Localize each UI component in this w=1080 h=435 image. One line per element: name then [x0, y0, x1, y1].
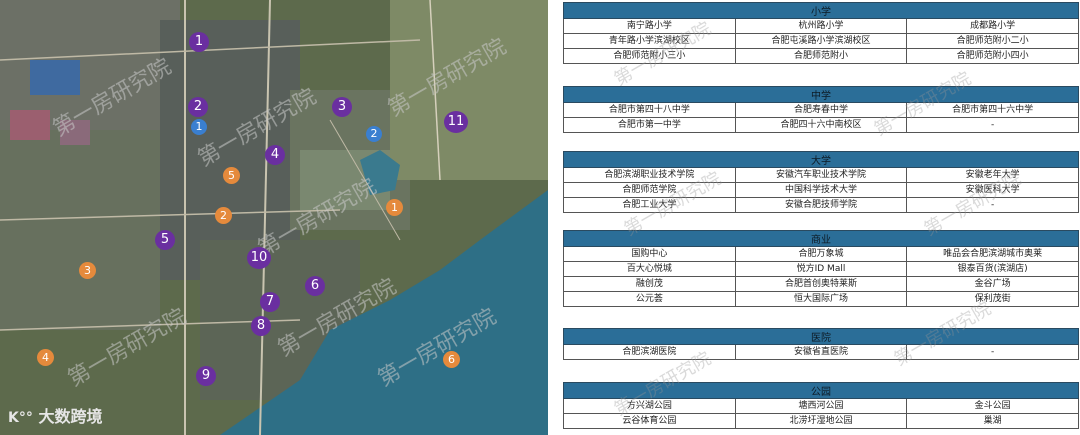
table-cell: 合肥师范附小三小 — [563, 48, 736, 64]
brand-logo: K°° 大数跨境 — [8, 407, 103, 426]
table-cell: 合肥师范学院 — [563, 182, 736, 198]
table-cell: 合肥师范附小四小 — [906, 48, 1079, 64]
table-cell: 保利茂街 — [906, 291, 1079, 307]
table-cell: 国购中心 — [563, 246, 736, 262]
table-cell: 安徽汽车职业技术学院 — [734, 167, 908, 183]
table-row: 南宁路小学 杭州路小学 成都路小学 — [563, 18, 1079, 34]
table-cell: 合肥万象城 — [734, 246, 908, 262]
table-cell: 合肥滨湖医院 — [563, 344, 736, 360]
table-cell: 合肥首创奥特莱斯 — [734, 276, 908, 292]
table-cell: 唯品会合肥滨湖城市奥莱 — [906, 246, 1079, 262]
table-cell: 成都路小学 — [906, 18, 1079, 34]
map-pin-blue[interactable]: 2 — [366, 126, 382, 142]
category-table-commercial: 商业 国购中心 合肥万象城 唯品会合肥滨湖城市奥莱 百大心悦城 悦方ID Mall 银泰… — [563, 230, 1079, 307]
table-cell: - — [906, 344, 1079, 360]
map-pin-purple[interactable]: 3 — [332, 97, 352, 117]
category-table-primary-school: 小学 南宁路小学 杭州路小学 成都路小学 青年路小学滨湖校区 合肥屯溪路小学滨湖校区合… — [563, 2, 1079, 64]
table-row: 合肥滨湖职业技术学院 安徽汽车职业技术学院 安徽老年大学 — [563, 167, 1079, 183]
table-cell: 合肥工业大学 — [563, 197, 736, 213]
table-cell: 杭州路小学 — [734, 18, 908, 34]
table-cell: 中国科学技术大学 — [734, 182, 908, 198]
table-cell: 悦方ID Mall — [734, 261, 908, 277]
table-cell: 安徽医科大学 — [906, 182, 1079, 198]
logo-icon: K°° — [8, 410, 33, 426]
map-pin-purple[interactable]: 6 — [305, 276, 325, 296]
category-header: 商业 — [563, 230, 1079, 247]
table-cell: 安徽省直医院 — [734, 344, 908, 360]
table-row: 国购中心 合肥万象城 唯品会合肥滨湖城市奥莱 — [563, 246, 1079, 262]
map-pin-purple[interactable]: 11 — [444, 111, 468, 133]
category-table-middle-school: 中学 合肥市第四十八中学 合肥寿春中学 合肥市第四十六中学 合肥市第一中学 合肥四十六… — [563, 86, 1079, 133]
table-cell: 金斗公园 — [906, 398, 1079, 414]
table-cell: 合肥寿春中学 — [734, 102, 908, 118]
table-cell: 合肥四十六中南校区 — [734, 117, 908, 133]
table-row: 百大心悦城 悦方ID Mall 银泰百货(滨湖店) — [563, 261, 1079, 277]
category-header: 大学 — [563, 151, 1079, 168]
map-pin-purple[interactable]: 4 — [265, 145, 285, 165]
map-pin-purple[interactable]: 1 — [189, 32, 209, 52]
table-row: 合肥师范学院 中国科学技术大学 安徽医科大学 — [563, 182, 1079, 198]
category-header: 中学 — [563, 86, 1079, 103]
map-pin-orange[interactable]: 4 — [37, 349, 54, 366]
category-table-university: 大学 合肥滨湖职业技术学院 安徽汽车职业技术学院 安徽老年大学 合肥师范学院 中国科学… — [563, 151, 1079, 213]
category-table-park: 公园 方兴湖公园 塘西河公园 金斗公园 云谷体育公园 北涝圩湿地公园 巢湖 — [563, 382, 1079, 429]
table-cell: 方兴湖公园 — [563, 398, 736, 414]
table-cell: 合肥市第一中学 — [563, 117, 736, 133]
category-header: 小学 — [563, 2, 1079, 19]
table-cell: 百大心悦城 — [563, 261, 736, 277]
map-pin-purple[interactable]: 8 — [251, 316, 271, 336]
map-pin-purple[interactable]: 7 — [260, 292, 280, 312]
table-cell: 安徽老年大学 — [906, 167, 1079, 183]
map-panel[interactable]: 第一房研究院 第一房研究院 第一房研究院 第一房研究院 第一房研究院 第一房研究… — [0, 0, 548, 435]
map-pin-purple[interactable]: 2 — [188, 97, 208, 117]
table-row: 合肥工业大学 安徽合肥技师学院 - — [563, 197, 1079, 213]
table-cell: 安徽合肥技师学院 — [734, 197, 908, 213]
table-row: 云谷体育公园 北涝圩湿地公园 巢湖 — [563, 413, 1079, 429]
table-row: 合肥滨湖医院 安徽省直医院 - — [563, 344, 1079, 360]
map-pin-purple[interactable]: 9 — [196, 366, 216, 386]
table-row: 融创茂 合肥首创奥特莱斯 金谷广场 — [563, 276, 1079, 292]
category-header: 医院 — [563, 328, 1079, 345]
map-pin-purple[interactable]: 10 — [247, 247, 271, 269]
category-table-hospital: 医院 合肥滨湖医院 安徽省直医院 - — [563, 328, 1079, 360]
table-cell: - — [906, 117, 1079, 133]
table-cell: 融创茂 — [563, 276, 736, 292]
table-cell: 合肥师范附小 — [734, 48, 908, 64]
table-row: 公元荟 恒大国际广场 保利茂街 — [563, 291, 1079, 307]
table-cell: 南宁路小学 — [563, 18, 736, 34]
category-header: 公园 — [563, 382, 1079, 399]
map-pin-orange[interactable]: 6 — [443, 351, 460, 368]
table-cell: 合肥滨湖职业技术学院 — [563, 167, 736, 183]
map-pin-orange[interactable]: 1 — [386, 199, 403, 216]
table-cell: 合肥师范附小二小 — [906, 33, 1079, 49]
map-pin-orange[interactable]: 2 — [215, 207, 232, 224]
table-cell: 合肥市第四十八中学 — [563, 102, 736, 118]
satellite-map — [0, 0, 548, 435]
table-cell: - — [906, 197, 1079, 213]
poi-tables-panel: 小学 南宁路小学 杭州路小学 成都路小学 青年路小学滨湖校区 合肥屯溪路小学滨湖校区合… — [548, 0, 1080, 435]
table-cell: 巢湖 — [906, 413, 1079, 429]
table-cell: 恒大国际广场 — [734, 291, 908, 307]
table-cell: 云谷体育公园 — [563, 413, 736, 429]
table-cell: 塘西河公园 — [734, 398, 908, 414]
table-cell: 北涝圩湿地公园 — [734, 413, 908, 429]
table-cell: 合肥屯溪路小学滨湖校区 — [734, 33, 908, 49]
table-cell: 金谷广场 — [906, 276, 1079, 292]
map-pin-purple[interactable]: 5 — [155, 230, 175, 250]
table-row: 合肥师范附小三小 合肥师范附小 合肥师范附小四小 — [563, 48, 1079, 64]
table-cell: 合肥市第四十六中学 — [906, 102, 1079, 118]
table-cell: 公元荟 — [563, 291, 736, 307]
table-cell: 青年路小学滨湖校区 — [563, 33, 736, 49]
table-cell: 银泰百货(滨湖店) — [906, 261, 1079, 277]
map-pin-blue[interactable]: 1 — [191, 119, 207, 135]
table-row: 合肥市第一中学 合肥四十六中南校区 - — [563, 117, 1079, 133]
map-pin-orange[interactable]: 5 — [223, 167, 240, 184]
table-row: 青年路小学滨湖校区 合肥屯溪路小学滨湖校区 合肥师范附小二小 — [563, 33, 1079, 49]
table-row: 方兴湖公园 塘西河公园 金斗公园 — [563, 398, 1079, 414]
map-pin-orange[interactable]: 3 — [79, 262, 96, 279]
table-row: 合肥市第四十八中学 合肥寿春中学 合肥市第四十六中学 — [563, 102, 1079, 118]
